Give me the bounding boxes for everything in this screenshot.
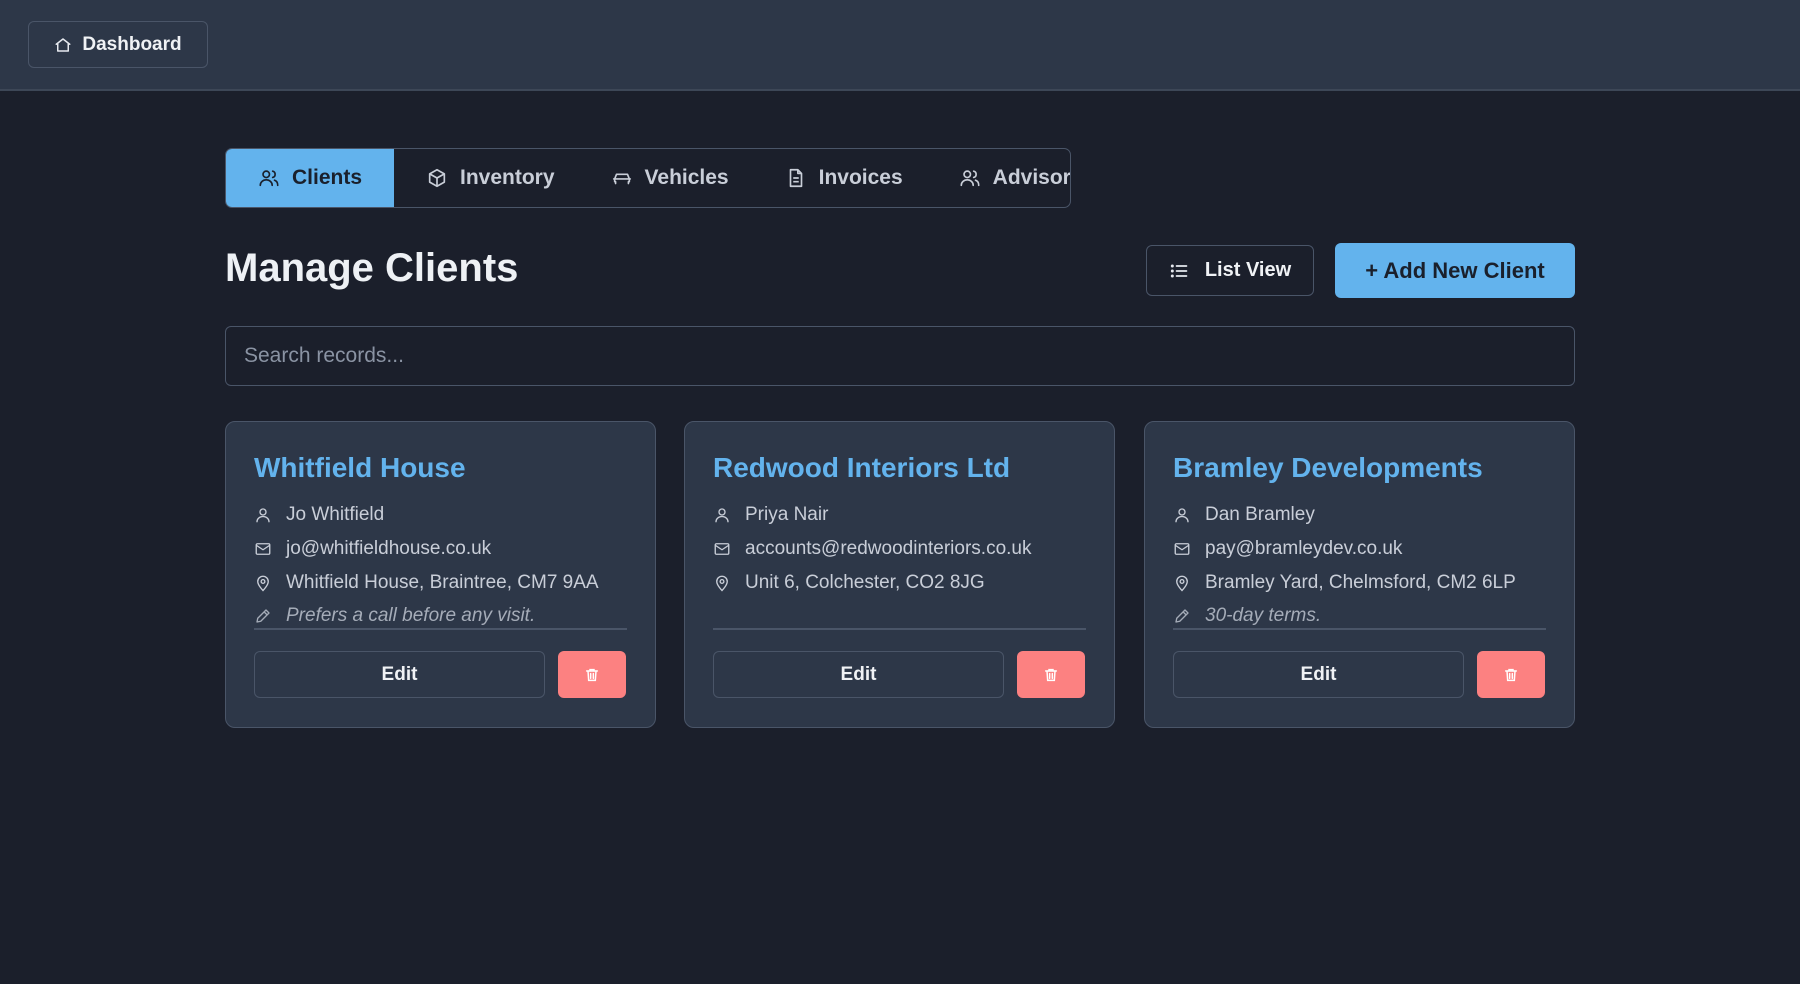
home-icon	[54, 36, 72, 54]
trash-icon	[1043, 667, 1059, 683]
client-card: Bramley Developments Dan Bramley pay@bra…	[1144, 421, 1575, 728]
tab-label: Advisors	[992, 166, 1071, 189]
email-row: jo@whitfieldhouse.co.uk	[254, 536, 491, 562]
box-icon	[426, 167, 448, 189]
trash-icon	[584, 667, 600, 683]
tab-label: Invoices	[818, 166, 903, 189]
tab-invoices[interactable]: Invoices	[753, 149, 927, 207]
email: pay@bramleydev.co.uk	[1205, 538, 1403, 559]
note: Prefers a call before any visit.	[286, 605, 536, 626]
client-card: Redwood Interiors Ltd Priya Nair account…	[684, 421, 1115, 728]
note-row: Prefers a call before any visit.	[254, 603, 535, 629]
contact-name: Priya Nair	[745, 504, 829, 525]
client-name: Redwood Interiors Ltd	[713, 452, 1011, 483]
users-icon	[959, 167, 981, 189]
email: accounts@redwoodinteriors.co.uk	[745, 538, 1032, 559]
delete-button[interactable]	[1477, 651, 1545, 698]
note: 30-day terms.	[1205, 605, 1322, 626]
address-row: Bramley Yard, Chelmsford, CM2 6LP	[1173, 570, 1516, 596]
tab-label: Vehicles	[644, 166, 729, 189]
top-bar: Dashboard	[0, 0, 1800, 91]
list-icon	[1169, 261, 1189, 281]
tab-vehicles[interactable]: Vehicles	[579, 149, 753, 207]
address: Whitfield House, Braintree, CM7 9AA	[286, 572, 599, 593]
map-pin-icon	[713, 574, 731, 592]
contact-row: Dan Bramley	[1173, 502, 1315, 528]
person-icon	[254, 506, 272, 524]
tab-inventory[interactable]: Inventory	[394, 149, 579, 207]
list-view-label: List View	[1204, 259, 1292, 281]
tab-clients[interactable]: Clients	[226, 149, 395, 207]
dashboard-button[interactable]: Dashboard	[28, 21, 208, 68]
contact-row: Jo Whitfield	[254, 502, 384, 528]
document-icon	[785, 167, 807, 189]
address-row: Whitfield House, Braintree, CM7 9AA	[254, 570, 599, 596]
map-pin-icon	[1173, 574, 1191, 592]
client-name: Whitfield House	[254, 452, 466, 483]
tab-label: Inventory	[460, 166, 555, 189]
section-tabs: Clients Inventory Vehicles Invoices Advi…	[225, 148, 1071, 208]
card-divider	[1173, 628, 1546, 630]
tab-label: Clients	[292, 166, 363, 189]
contact-name: Jo Whitfield	[286, 504, 385, 525]
trash-icon	[1503, 667, 1519, 683]
mail-icon	[713, 540, 731, 558]
note-row: 30-day terms.	[1173, 603, 1321, 629]
edit-button[interactable]: Edit	[254, 651, 545, 698]
client-card: Whitfield House Jo Whitfield jo@whitfiel…	[225, 421, 656, 728]
page-title: Manage Clients	[225, 246, 519, 290]
mail-icon	[254, 540, 272, 558]
map-pin-icon	[254, 574, 272, 592]
list-view-button[interactable]: List View	[1146, 245, 1314, 296]
card-divider	[254, 628, 627, 630]
car-icon	[611, 167, 633, 189]
card-divider	[713, 628, 1086, 630]
tab-advisors[interactable]: Advisors	[927, 149, 1071, 207]
delete-button[interactable]	[1017, 651, 1085, 698]
mail-icon	[1173, 540, 1191, 558]
client-name: Bramley Developments	[1173, 452, 1483, 483]
email-row: accounts@redwoodinteriors.co.uk	[713, 536, 1031, 562]
email-row: pay@bramleydev.co.uk	[1173, 536, 1402, 562]
contact-name: Dan Bramley	[1205, 504, 1315, 525]
contact-row: Priya Nair	[713, 502, 828, 528]
person-icon	[1173, 506, 1191, 524]
edit-button[interactable]: Edit	[713, 651, 1004, 698]
address: Bramley Yard, Chelmsford, CM2 6LP	[1205, 572, 1516, 593]
person-icon	[713, 506, 731, 524]
pencil-icon	[1173, 607, 1191, 625]
address-row: Unit 6, Colchester, CO2 8JG	[713, 570, 985, 596]
edit-button[interactable]: Edit	[1173, 651, 1464, 698]
users-icon	[258, 167, 280, 189]
search-input[interactable]	[225, 326, 1575, 386]
dashboard-label: Dashboard	[82, 33, 182, 55]
delete-button[interactable]	[558, 651, 626, 698]
address: Unit 6, Colchester, CO2 8JG	[745, 572, 985, 593]
email: jo@whitfieldhouse.co.uk	[286, 538, 492, 559]
pencil-icon	[254, 607, 272, 625]
add-client-button[interactable]: + Add New Client	[1335, 243, 1575, 298]
